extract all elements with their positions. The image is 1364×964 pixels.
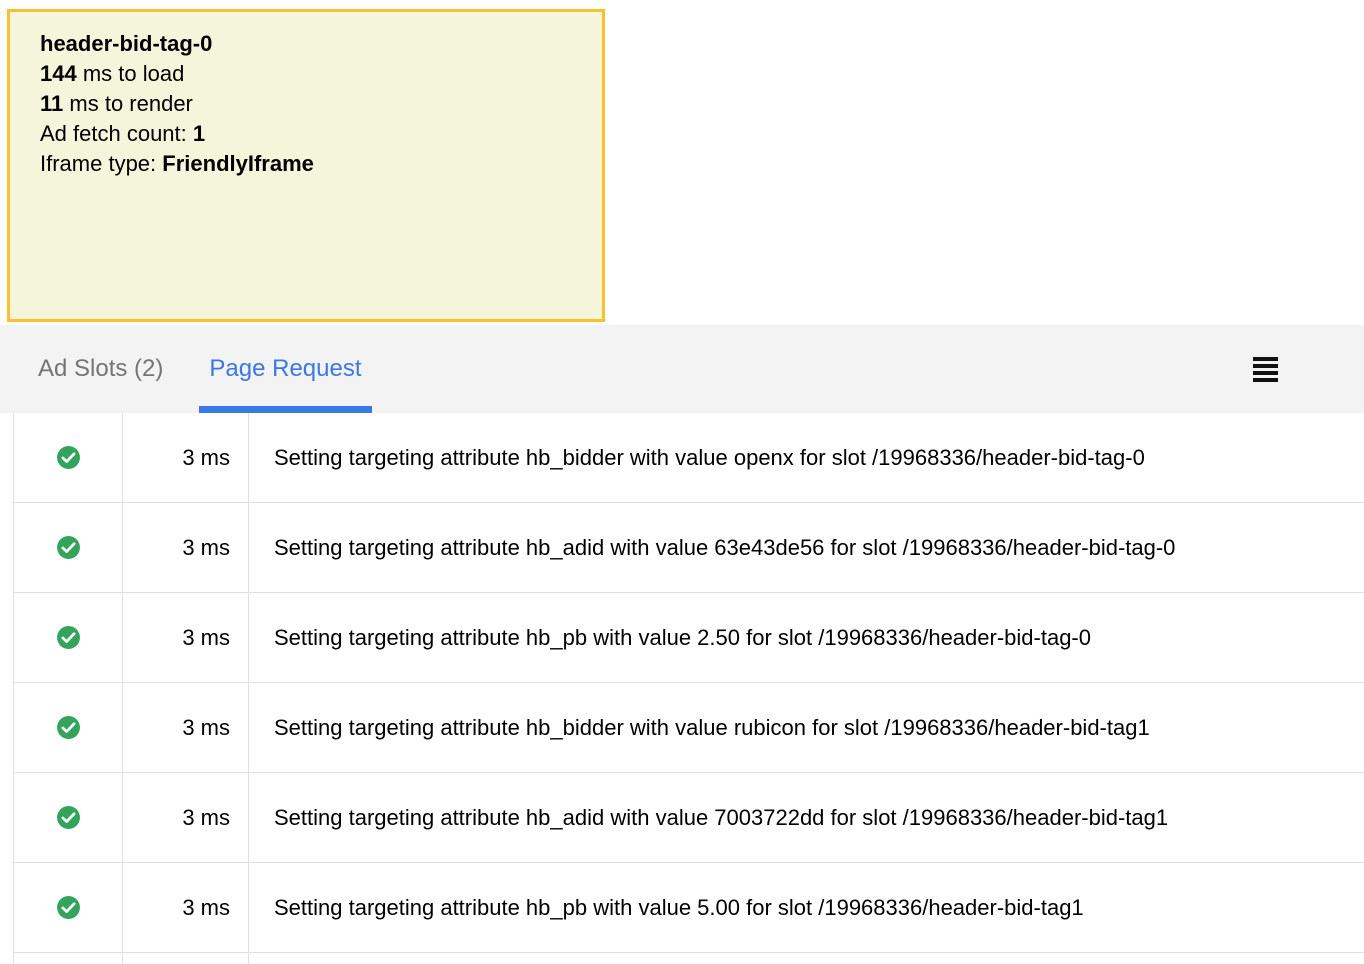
status-cell (14, 593, 123, 682)
log-row-partial (14, 953, 1364, 964)
message-cell: Setting targeting attribute hb_adid with… (249, 503, 1364, 592)
message-cell: Setting targeting attribute hb_pb with v… (249, 593, 1364, 682)
status-cell (14, 863, 123, 952)
log-row: 3 ms Setting targeting attribute hb_pb w… (14, 863, 1364, 953)
tab-page-request-label: Page Request (209, 355, 361, 383)
slot-fetch-count: Ad fetch count: 1 (40, 119, 572, 149)
success-check-icon (56, 535, 81, 560)
success-check-icon (56, 895, 81, 920)
status-cell (14, 953, 123, 964)
list-menu-icon[interactable] (1253, 357, 1278, 382)
success-check-icon (56, 715, 81, 740)
log-row: 3 ms Setting targeting attribute hb_bidd… (14, 683, 1364, 773)
success-check-icon (56, 805, 81, 830)
time-cell (123, 953, 249, 964)
slot-render-time: 11 ms to render (40, 89, 572, 119)
time-cell: 3 ms (123, 413, 249, 502)
slot-load-time: 144 ms to load (40, 59, 572, 89)
time-cell: 3 ms (123, 863, 249, 952)
log-row: 3 ms Setting targeting attribute hb_adid… (14, 773, 1364, 863)
tab-bar: Ad Slots (2) Page Request (0, 325, 1364, 413)
slot-title: header-bid-tag-0 (40, 29, 572, 59)
active-tab-underline (199, 406, 371, 413)
log-row: 3 ms Setting targeting attribute hb_adid… (14, 503, 1364, 593)
message-cell: Setting targeting attribute hb_adid with… (249, 773, 1364, 862)
tab-ad-slots-label: Ad Slots (2) (38, 355, 163, 383)
message-cell: Setting targeting attribute hb_bidder wi… (249, 413, 1364, 502)
time-cell: 3 ms (123, 503, 249, 592)
message-cell: Setting targeting attribute hb_bidder wi… (249, 683, 1364, 772)
slot-info-box: header-bid-tag-0 144 ms to load 11 ms to… (7, 9, 605, 322)
success-check-icon (56, 445, 81, 470)
log-row: 3 ms Setting targeting attribute hb_bidd… (14, 413, 1364, 503)
status-cell (14, 683, 123, 772)
log-row: 3 ms Setting targeting attribute hb_pb w… (14, 593, 1364, 683)
time-cell: 3 ms (123, 773, 249, 862)
status-cell (14, 413, 123, 502)
message-cell (249, 953, 1364, 964)
message-cell: Setting targeting attribute hb_pb with v… (249, 863, 1364, 952)
tab-page-request[interactable]: Page Request (199, 325, 371, 413)
time-cell: 3 ms (123, 683, 249, 772)
tab-ad-slots[interactable]: Ad Slots (2) (28, 325, 173, 413)
status-cell (14, 773, 123, 862)
status-cell (14, 503, 123, 592)
success-check-icon (56, 625, 81, 650)
log-table: 3 ms Setting targeting attribute hb_bidd… (13, 413, 1364, 964)
time-cell: 3 ms (123, 593, 249, 682)
slot-iframe-type: Iframe type: FriendlyIframe (40, 149, 572, 179)
